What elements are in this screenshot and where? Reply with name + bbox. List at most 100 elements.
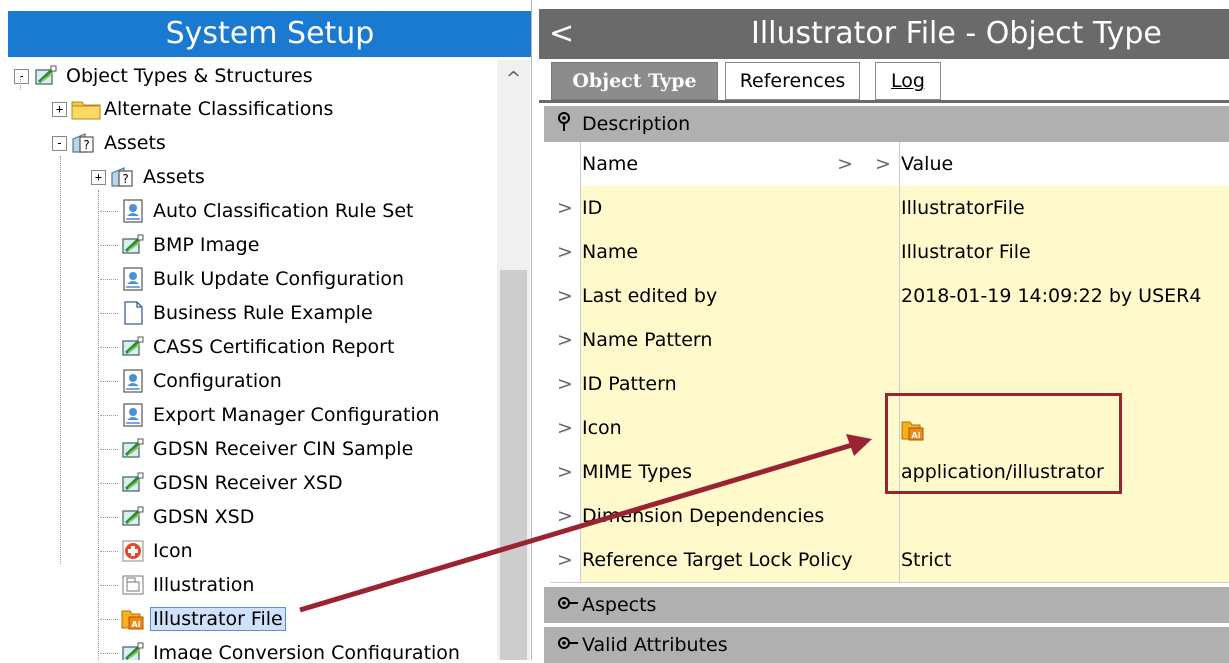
tree-item[interactable]: -? Assets — [52, 127, 169, 159]
tree-item[interactable]: CASS Certification Report — [120, 331, 397, 363]
collapse-icon[interactable]: - — [52, 135, 67, 151]
collapsed-pin-icon[interactable] — [557, 633, 579, 658]
panel-divider[interactable] — [531, 0, 539, 660]
icon-type-icon — [120, 539, 146, 563]
config-doc-icon — [120, 403, 146, 427]
back-chevron-icon[interactable]: < — [549, 9, 579, 59]
tree-item[interactable]: BMP Image — [120, 229, 262, 261]
svg-text:Ai: Ai — [132, 620, 141, 629]
tree-item[interactable]: Icon — [120, 535, 196, 567]
tree-connector — [100, 653, 118, 654]
tree-item[interactable]: Image Conversion Configuration — [120, 637, 463, 660]
collapsed-pin-icon[interactable] — [557, 593, 579, 618]
annotation-highlight-box — [885, 393, 1122, 494]
tree-connector — [100, 585, 118, 586]
attribute-value[interactable] — [900, 318, 1229, 362]
attribute-row[interactable]: > Reference Target Lock Policy Strict — [550, 538, 1229, 583]
tree-scrollbar[interactable]: ^ — [497, 60, 530, 660]
illustrator-file-icon: Ai — [120, 607, 146, 631]
tree-item-label: GDSN Receiver XSD — [153, 472, 343, 494]
expand-row-icon[interactable]: > — [550, 494, 581, 538]
tree-item[interactable]: GDSN Receiver CIN Sample — [120, 433, 416, 465]
attribute-value[interactable]: Strict — [900, 538, 1229, 582]
attribute-name: Name — [581, 230, 868, 274]
attribute-name: MIME Types — [581, 450, 868, 494]
tree-item-label: Object Types & Structures — [66, 65, 313, 87]
attribute-value[interactable]: 2018-01-19 14:09:22 by USER4 — [900, 274, 1229, 318]
tab-object-type[interactable]: Object Type — [551, 62, 718, 100]
name-column-header[interactable]: Name > — [581, 142, 868, 186]
attribute-value[interactable] — [900, 494, 1229, 538]
tree-item[interactable]: - Object Types & Structures — [14, 60, 316, 92]
expand-row-icon[interactable]: > — [550, 318, 581, 362]
system-setup-title: System Setup — [8, 11, 531, 57]
tree-item-label: GDSN Receiver CIN Sample — [153, 438, 414, 460]
row-spacer — [867, 318, 900, 362]
object-type-title: Illustrator File - Object Type — [751, 16, 1162, 51]
tree-connector — [100, 483, 118, 484]
expand-icon[interactable]: + — [52, 101, 67, 117]
grid-header: Name > > Value — [550, 142, 1229, 187]
tree-item-label: Export Manager Configuration — [153, 404, 440, 426]
expand-row-icon[interactable]: > — [550, 274, 581, 318]
description-section-header[interactable]: Description — [544, 106, 1229, 142]
tree-item-label: Bulk Update Configuration — [153, 268, 405, 290]
object-type-icon — [120, 471, 146, 495]
pin-icon[interactable] — [557, 112, 571, 137]
collapse-icon[interactable]: - — [14, 68, 29, 84]
tree-item[interactable]: Ai Illustrator File — [120, 603, 286, 635]
tree-item-label: GDSN XSD — [153, 506, 255, 528]
asset-type-icon: ? — [71, 131, 97, 155]
description-label: Description — [582, 113, 691, 135]
scroll-up-icon[interactable]: ^ — [497, 68, 530, 90]
tab-log[interactable]: Log — [875, 62, 941, 100]
expand-row-icon[interactable]: > — [550, 450, 581, 494]
expand-row-icon[interactable]: > — [550, 230, 581, 274]
tree-item[interactable]: + Alternate Classifications — [52, 93, 336, 125]
chevron-right-icon[interactable]: > — [837, 142, 853, 186]
tree-item-label: Assets — [104, 132, 166, 154]
attribute-row[interactable]: > Last edited by 2018-01-19 14:09:22 by US… — [550, 274, 1229, 319]
chevron-right-icon[interactable]: > — [867, 142, 900, 186]
scroll-thumb[interactable] — [500, 270, 527, 660]
tree-item[interactable]: Illustration — [120, 569, 257, 601]
tab-references[interactable]: References — [725, 62, 860, 100]
expand-row-icon[interactable]: > — [550, 186, 581, 230]
tree-connector — [100, 517, 118, 518]
expand-row-icon[interactable]: > — [550, 406, 581, 450]
row-spacer — [867, 538, 900, 582]
tree-item-label: Configuration — [153, 370, 282, 392]
tree-item-label: Business Rule Example — [153, 302, 373, 324]
attribute-value[interactable]: Illustrator File — [900, 230, 1229, 274]
tree-item[interactable]: GDSN Receiver XSD — [120, 467, 346, 499]
tree-item[interactable]: +? Assets — [91, 161, 208, 193]
valid-attributes-section-header[interactable]: Valid Attributes — [544, 627, 1229, 663]
blank-doc-icon — [120, 301, 146, 325]
object-type-icon — [33, 64, 59, 88]
attribute-row[interactable]: > Name Pattern — [550, 318, 1229, 363]
expand-icon[interactable]: + — [91, 169, 106, 185]
tree-item[interactable]: Bulk Update Configuration — [120, 263, 407, 295]
tree-item[interactable]: Export Manager Configuration — [120, 399, 442, 431]
tree-item[interactable]: Configuration — [120, 365, 285, 397]
expand-row-icon[interactable]: > — [550, 362, 581, 406]
aspects-section-header[interactable]: Aspects — [544, 587, 1229, 623]
attribute-row[interactable]: > ID IllustratorFile — [550, 186, 1229, 231]
tree-connector — [100, 347, 118, 348]
tree-item[interactable]: Business Rule Example — [120, 297, 376, 329]
attribute-row[interactable]: > Dimension Dependencies — [550, 494, 1229, 539]
tree-item[interactable]: Auto Classification Rule Set — [120, 195, 417, 227]
tree-item-label: Illustrator File — [150, 607, 286, 631]
attribute-value[interactable]: IllustratorFile — [900, 186, 1229, 230]
value-column-header[interactable]: Value — [900, 142, 1229, 186]
row-spacer — [867, 274, 900, 318]
attribute-grid: Name > > Value > ID IllustratorFile > Name Illust… — [550, 142, 1229, 583]
attribute-row[interactable]: > Name Illustrator File — [550, 230, 1229, 275]
tab-log-label: Log — [891, 70, 925, 92]
tree-connector — [100, 245, 118, 246]
tree-item-label: Alternate Classifications — [104, 98, 334, 120]
tab-underline — [539, 100, 1229, 103]
tree-item[interactable]: GDSN XSD — [120, 501, 257, 533]
attribute-name: Dimension Dependencies — [581, 494, 868, 538]
expand-row-icon[interactable]: > — [550, 538, 581, 582]
